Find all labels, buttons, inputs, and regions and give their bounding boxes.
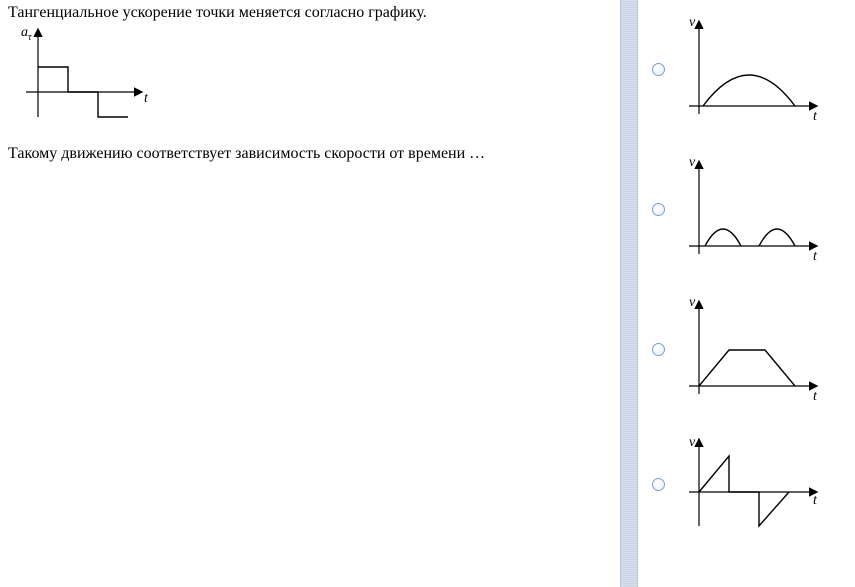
option-2-graph: v t [681,154,826,264]
radio-icon[interactable] [652,343,665,356]
t-label-3: t [813,389,818,404]
t-label-q: t [144,91,149,106]
t-label-4: t [813,493,818,508]
option-3-graph: v t [681,294,826,404]
t-label-2: t [813,249,818,264]
option-1[interactable]: v t [652,14,845,124]
t-label-1: t [813,109,818,124]
a-tau-label-sub: τ [28,32,32,43]
question-acceleration-graph: aτ t [16,22,156,132]
options-panel: v t v t v t [638,0,855,587]
v-label-4: v [689,435,696,450]
radio-icon[interactable] [652,478,665,491]
question-line1: Тангенциальное ускорение точки меняется … [8,4,612,22]
option-1-graph: v t [681,14,826,124]
radio-icon[interactable] [652,203,665,216]
svg-text:aτ: aτ [21,25,32,43]
v-label-3: v [689,295,696,310]
v-label-2: v [689,155,696,170]
a-tau-label-a: a [21,25,28,40]
vertical-divider [620,0,638,587]
option-4-graph: v t [681,434,826,534]
radio-icon[interactable] [652,63,665,76]
question-panel: Тангенциальное ускорение точки меняется … [0,0,620,587]
option-4[interactable]: v t [652,434,845,534]
option-2[interactable]: v t [652,154,845,264]
option-3[interactable]: v t [652,294,845,404]
v-label-1: v [689,15,696,30]
question-line2: Такому движению соответствует зависимост… [8,145,612,163]
